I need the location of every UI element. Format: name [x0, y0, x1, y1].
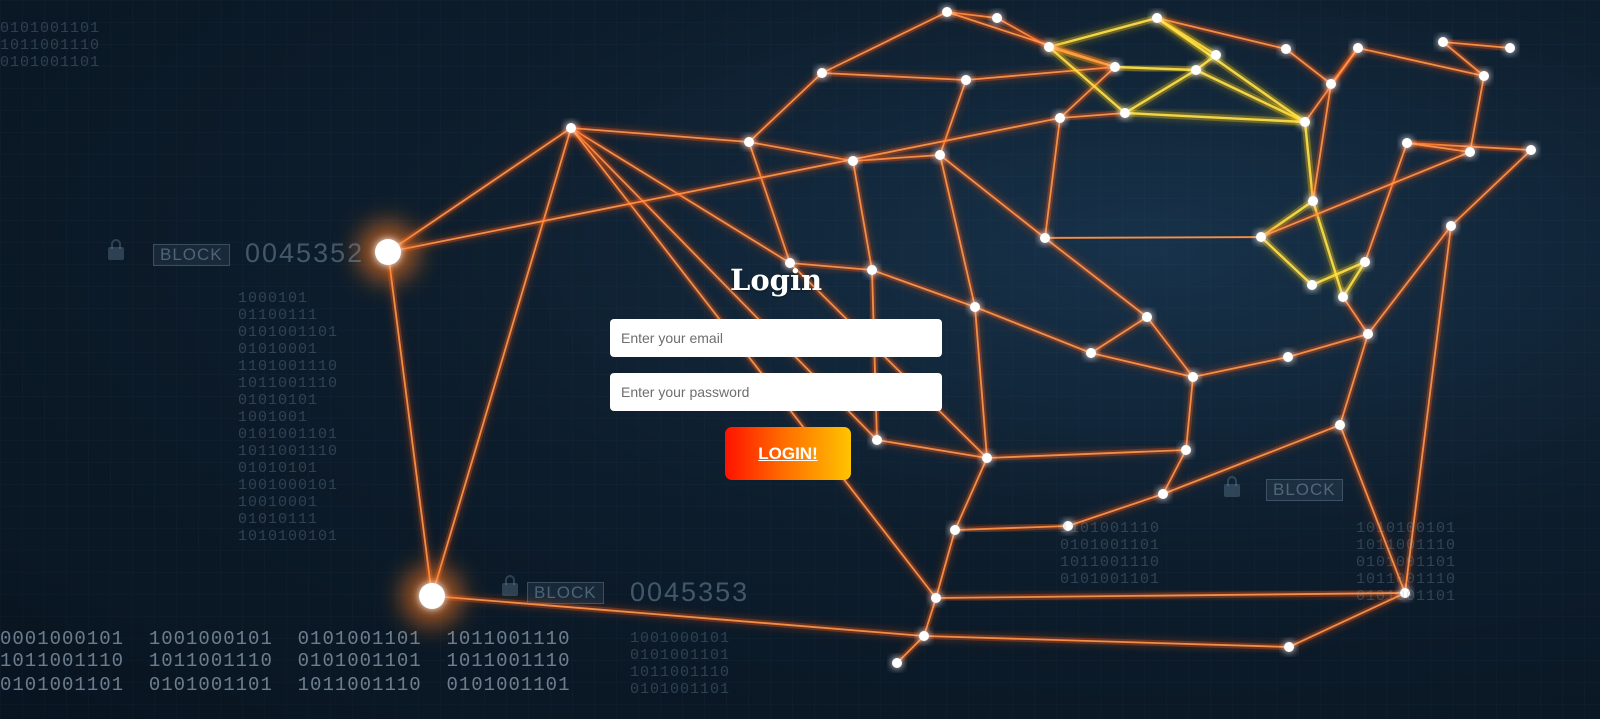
- network-node: [1120, 108, 1130, 118]
- network-node: [942, 7, 952, 17]
- network-node: [1055, 113, 1065, 123]
- network-node: [1300, 117, 1310, 127]
- block-number: 0045353: [630, 577, 750, 607]
- network-node: [1044, 42, 1054, 52]
- network-node: [1281, 44, 1291, 54]
- password-field[interactable]: [610, 373, 942, 411]
- network-node: [848, 156, 858, 166]
- network-node: [950, 525, 960, 535]
- block-label: BLOCK: [1266, 479, 1343, 501]
- network-node: [1335, 420, 1345, 430]
- network-node: [1110, 62, 1120, 72]
- network-node: [1338, 292, 1348, 302]
- binary-row: 0001000101 1001000101 0101001101 1011001…: [0, 628, 571, 650]
- lock-icon: [502, 575, 518, 596]
- network-node: [1283, 352, 1293, 362]
- network-node: [1505, 43, 1515, 53]
- binary-column: 1001000101 0101001101 1011001110 0101001…: [630, 630, 731, 698]
- network-node: [1181, 445, 1191, 455]
- network-node: [1307, 280, 1317, 290]
- lock-icon: [108, 239, 124, 260]
- network-node: [375, 239, 401, 265]
- block-number: 0045352: [245, 238, 365, 268]
- network-node: [1284, 642, 1294, 652]
- login-page: 1000101 01100111 0101001101 01010001 110…: [0, 0, 1600, 719]
- network-node: [970, 302, 980, 312]
- network-node: [1446, 221, 1456, 231]
- network-edge: [1044, 236, 1262, 239]
- network-node: [1360, 257, 1370, 267]
- network-node: [1040, 233, 1050, 243]
- network-node: [817, 68, 827, 78]
- binary-row: 1011001110 1011001110 0101001101 1011001…: [0, 650, 571, 672]
- network-node: [1465, 147, 1475, 157]
- login-title: Login: [729, 263, 823, 297]
- network-node: [1438, 37, 1448, 47]
- block-label: BLOCK: [527, 582, 604, 604]
- network-node: [744, 137, 754, 147]
- network-node: [1353, 43, 1363, 53]
- network-node: [1191, 65, 1201, 75]
- network-node: [992, 13, 1002, 23]
- lock-icon: [1224, 476, 1240, 497]
- login-form: Login LOGIN!: [610, 258, 942, 480]
- login-button[interactable]: LOGIN!: [725, 427, 851, 480]
- network-node: [1158, 489, 1168, 499]
- binary-column: 1101001110 0101001101 1011001110 0101001…: [1060, 520, 1161, 588]
- network-node: [1402, 138, 1412, 148]
- network-node: [566, 123, 576, 133]
- email-field[interactable]: [610, 319, 942, 357]
- network-node: [1526, 145, 1536, 155]
- network-node: [1363, 329, 1373, 339]
- block-label: BLOCK: [153, 244, 230, 266]
- network-node: [931, 593, 941, 603]
- network-node: [1188, 372, 1198, 382]
- network-node: [1152, 13, 1162, 23]
- binary-column: 0101001101 1011001110 0101001101: [0, 20, 101, 71]
- binary-row: 0101001101 0101001101 1011001110 0101001…: [0, 674, 571, 696]
- network-node: [1308, 196, 1318, 206]
- network-node: [1326, 79, 1336, 89]
- network-node: [1142, 312, 1152, 322]
- network-node: [1256, 232, 1266, 242]
- network-node: [872, 435, 882, 445]
- network-node: [892, 658, 902, 668]
- network-node: [919, 631, 929, 641]
- binary-column: 1000101 01100111 0101001101 01010001 110…: [238, 290, 339, 545]
- network-node: [419, 583, 445, 609]
- network-node: [961, 75, 971, 85]
- network-node: [1211, 50, 1221, 60]
- network-node: [1086, 348, 1096, 358]
- network-node: [935, 150, 945, 160]
- binary-column: 1010100101 1011001110 0101001101 1011001…: [1356, 520, 1457, 605]
- network-node: [1479, 71, 1489, 81]
- network-node: [982, 453, 992, 463]
